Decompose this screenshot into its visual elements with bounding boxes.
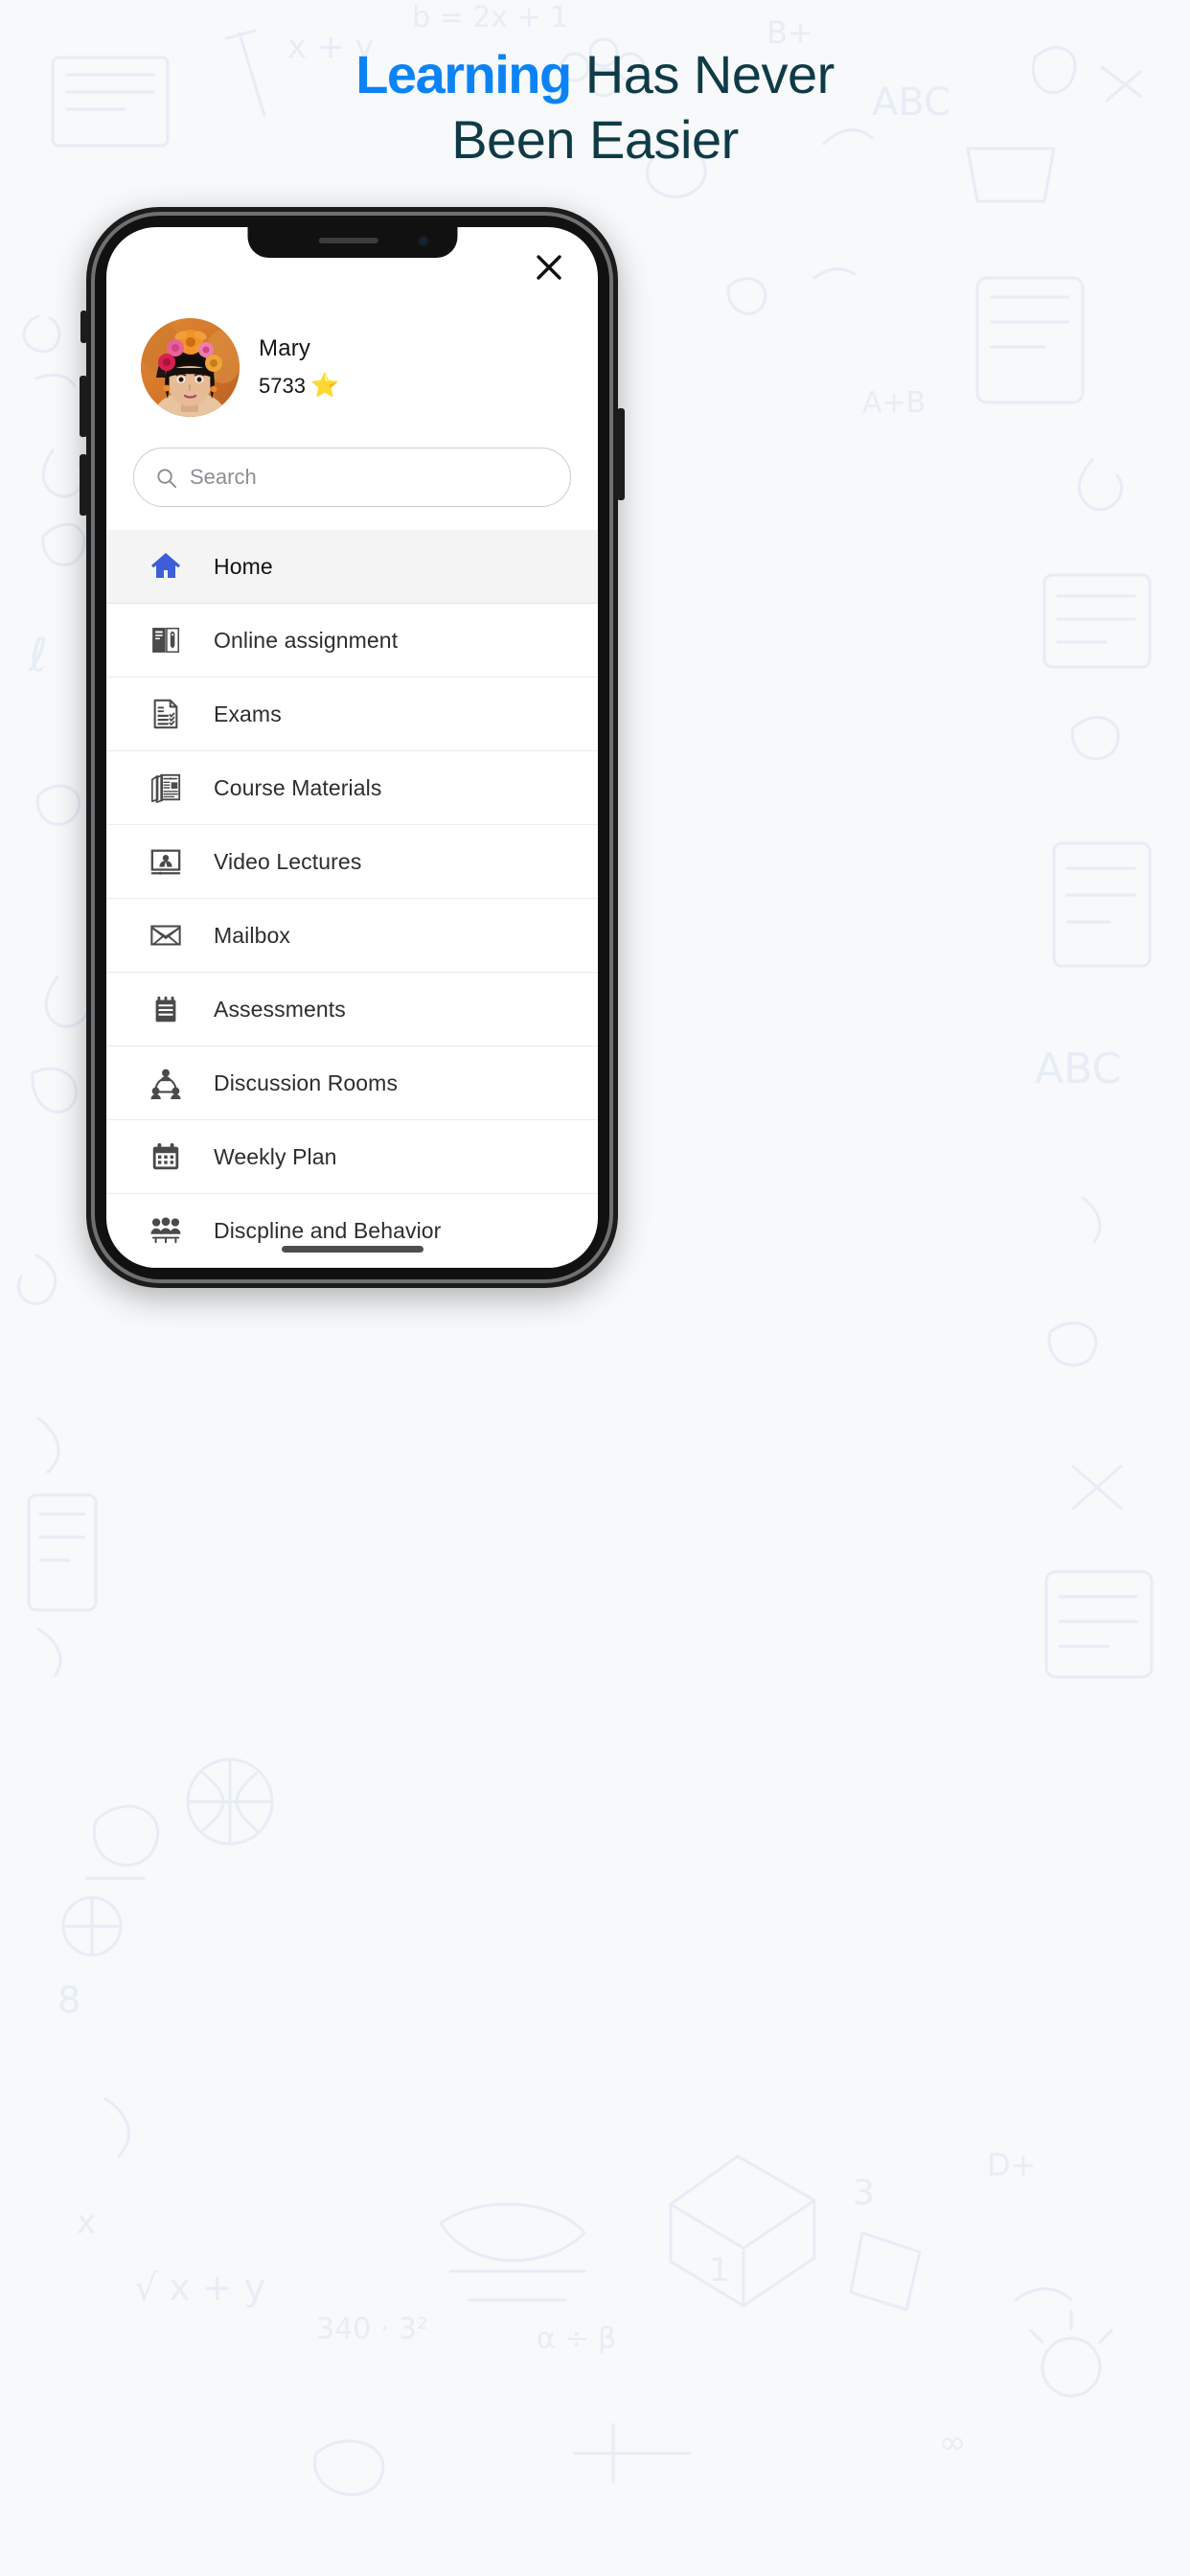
- menu-label: Assessments: [214, 996, 346, 1022]
- search-icon: [157, 468, 177, 488]
- phone-mockup: Mary 5733 ⭐ Search Home Online assignmen…: [80, 207, 625, 1288]
- menu-label: Home: [214, 553, 273, 579]
- menu-item-discussion-rooms[interactable]: Discussion Rooms: [106, 1046, 598, 1120]
- phone-screen: Mary 5733 ⭐ Search Home Online assignmen…: [106, 227, 598, 1268]
- menu-label: Discussion Rooms: [214, 1070, 399, 1095]
- profile-section[interactable]: Mary 5733 ⭐: [106, 308, 598, 426]
- front-camera-icon: [418, 236, 428, 246]
- menu-item-assessments[interactable]: Assessments: [106, 973, 598, 1046]
- menu-item-online-assignment[interactable]: Online assignment: [106, 604, 598, 678]
- menu-label: Weekly Plan: [214, 1143, 337, 1169]
- svg-text:α ÷ β: α ÷ β: [537, 2322, 616, 2356]
- menu-label: Discpline and Behavior: [214, 1217, 442, 1243]
- svg-text:b = 2x + 1: b = 2x + 1: [412, 1, 568, 34]
- profile-score: 5733 ⭐: [259, 374, 339, 399]
- svg-text:A+B: A+B: [862, 386, 926, 420]
- svg-text:3: 3: [853, 2174, 875, 2213]
- close-icon: [537, 255, 561, 280]
- profile-text: Mary 5733 ⭐: [259, 335, 339, 399]
- headline-line-1: Learning Has Never: [0, 42, 1190, 107]
- volume-down-button[interactable]: [80, 454, 87, 516]
- menu-label: Video Lectures: [214, 848, 362, 874]
- profile-name: Mary: [259, 335, 311, 361]
- newspaper-stack-icon: [147, 769, 185, 807]
- search-section: Search: [106, 426, 598, 507]
- avatar-photo: [141, 317, 240, 417]
- calendar-icon: [147, 1138, 185, 1176]
- app-drawer: Mary 5733 ⭐ Search Home Online assignmen…: [106, 227, 598, 1268]
- menu-item-weekly-plan[interactable]: Weekly Plan: [106, 1120, 598, 1194]
- mute-switch[interactable]: [80, 310, 87, 343]
- menu-item-discipline-and-behavior[interactable]: Discpline and Behavior: [106, 1194, 598, 1268]
- book-pencil-icon: [147, 621, 185, 659]
- volume-up-button[interactable]: [80, 376, 87, 437]
- menu-item-home[interactable]: Home: [106, 530, 598, 604]
- search-input[interactable]: Search: [190, 465, 257, 490]
- group-people-icon: [147, 1211, 185, 1250]
- headline-accent-word: Learning: [355, 44, 572, 104]
- people-network-icon: [147, 1064, 185, 1102]
- avatar[interactable]: [141, 317, 240, 417]
- svg-text:8: 8: [57, 1979, 80, 2021]
- menu-item-mailbox[interactable]: Mailbox: [106, 899, 598, 973]
- svg-text:∞: ∞: [939, 2424, 966, 2462]
- headline-line-2: Been Easier: [451, 109, 739, 171]
- power-button[interactable]: [617, 408, 625, 500]
- svg-text:√ x + y: √ x + y: [134, 2266, 265, 2309]
- menu-item-video-lectures[interactable]: Video Lectures: [106, 825, 598, 899]
- svg-text:ℓ: ℓ: [28, 629, 48, 682]
- svg-text:340 · 3²: 340 · 3²: [316, 2312, 428, 2346]
- monitor-presenter-icon: [147, 842, 185, 881]
- menu-item-exams[interactable]: Exams: [106, 678, 598, 751]
- profile-score-value: 5733: [259, 374, 306, 398]
- menu-label: Online assignment: [214, 627, 399, 653]
- navigation-menu: Home Online assignment Exams Course Mate…: [106, 530, 598, 1268]
- close-button[interactable]: [529, 247, 569, 288]
- menu-label: Exams: [214, 701, 282, 726]
- menu-label: Mailbox: [214, 922, 290, 948]
- notepad-icon: [147, 990, 185, 1028]
- svg-text:ABC: ABC: [1035, 1045, 1121, 1093]
- checklist-document-icon: [147, 695, 185, 733]
- headline-line-1-rest: Has Never: [570, 44, 835, 104]
- svg-text:x: x: [77, 2203, 96, 2242]
- svg-text:1: 1: [709, 2251, 730, 2289]
- earpiece-speaker: [318, 238, 378, 243]
- search-box[interactable]: Search: [133, 448, 571, 507]
- phone-notch: [247, 227, 457, 258]
- menu-item-course-materials[interactable]: Course Materials: [106, 751, 598, 825]
- star-icon: ⭐: [309, 373, 339, 399]
- svg-text:D+: D+: [987, 2147, 1036, 2183]
- envelope-icon: [147, 916, 185, 954]
- home-indicator[interactable]: [281, 1246, 423, 1253]
- home-icon: [147, 547, 185, 586]
- menu-label: Course Materials: [214, 774, 382, 800]
- page-headline: Learning Has Never Been Easier: [0, 42, 1190, 173]
